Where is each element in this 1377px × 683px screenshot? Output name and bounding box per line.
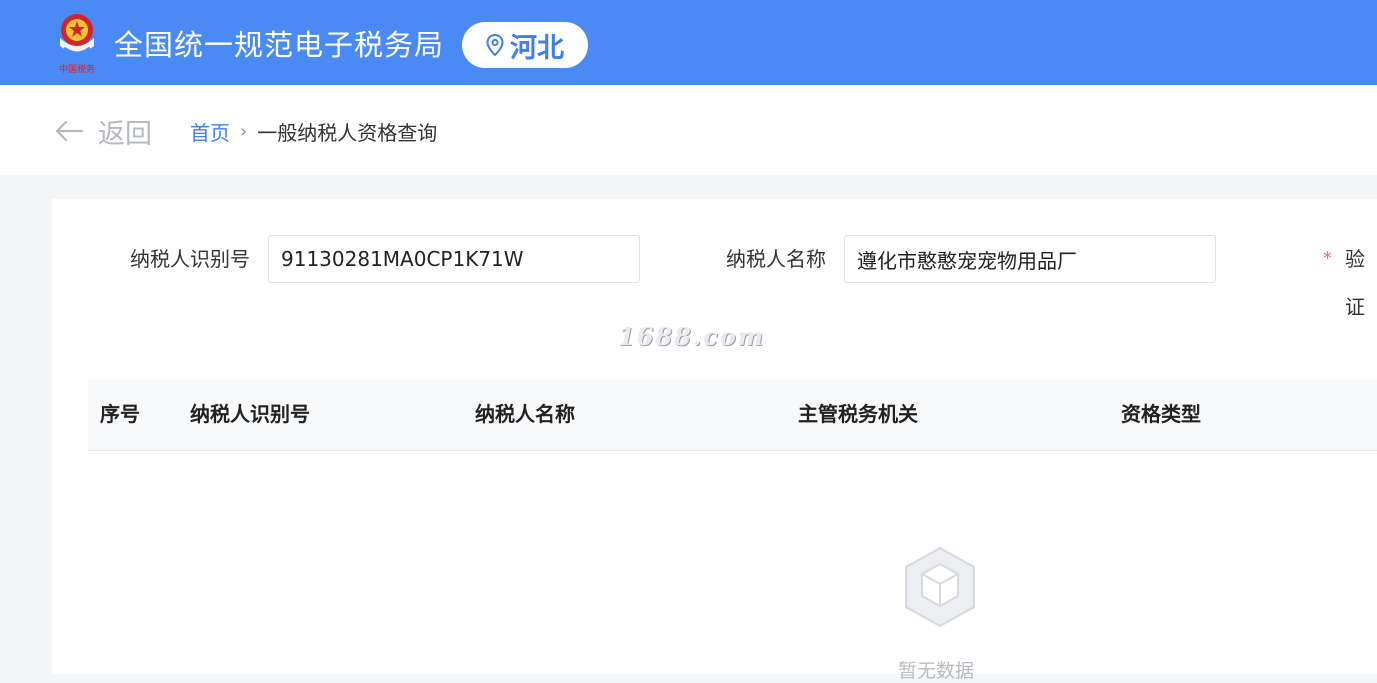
taxpayer-name-label: 纳税人名称	[726, 247, 826, 271]
breadcrumb: 首页 › 一般纳税人资格查询	[190, 115, 437, 147]
required-mark: *	[1323, 248, 1332, 269]
taxpayer-id-input[interactable]	[268, 235, 640, 283]
app-title: 全国统一规范电子税务局	[114, 28, 445, 62]
back-button[interactable]: 返回	[54, 111, 152, 151]
top-header: 中国税务 全国统一规范电子税务局 河北	[0, 0, 1377, 85]
back-label: 返回	[98, 118, 152, 150]
table-header-row: 序号 纳税人识别号 纳税人名称 主管税务机关 资格类型	[88, 379, 1377, 451]
column-header-taxpayer-name: 纳税人名称	[475, 402, 575, 426]
navigation-bar: 返回 首页 › 一般纳税人资格查询	[0, 85, 1377, 175]
breadcrumb-current: 一般纳税人资格查询	[257, 120, 438, 145]
empty-box-icon	[900, 544, 980, 638]
empty-state-text: 暂无数据	[898, 660, 975, 682]
arrow-left-icon	[55, 120, 84, 142]
tax-emblem-icon: 中国税务	[52, 10, 102, 76]
watermark-text: 1688.com	[618, 322, 766, 351]
location-pin-icon	[486, 34, 504, 56]
taxpayer-id-label: 纳税人识别号	[130, 247, 250, 271]
region-label: 河北	[510, 32, 564, 64]
breadcrumb-home-link[interactable]: 首页	[190, 117, 230, 146]
column-header-taxpayer-id: 纳税人识别号	[190, 402, 310, 426]
captcha-label: 验证	[1345, 247, 1365, 319]
svg-text:中国税务: 中国税务	[59, 63, 95, 74]
taxpayer-name-input[interactable]	[844, 235, 1216, 283]
column-header-qualification-type: 资格类型	[1121, 402, 1201, 426]
column-header-tax-authority: 主管税务机关	[798, 402, 918, 426]
region-selector[interactable]: 河北	[462, 22, 588, 68]
column-header-index: 序号	[100, 402, 140, 426]
breadcrumb-separator: ›	[240, 120, 248, 142]
